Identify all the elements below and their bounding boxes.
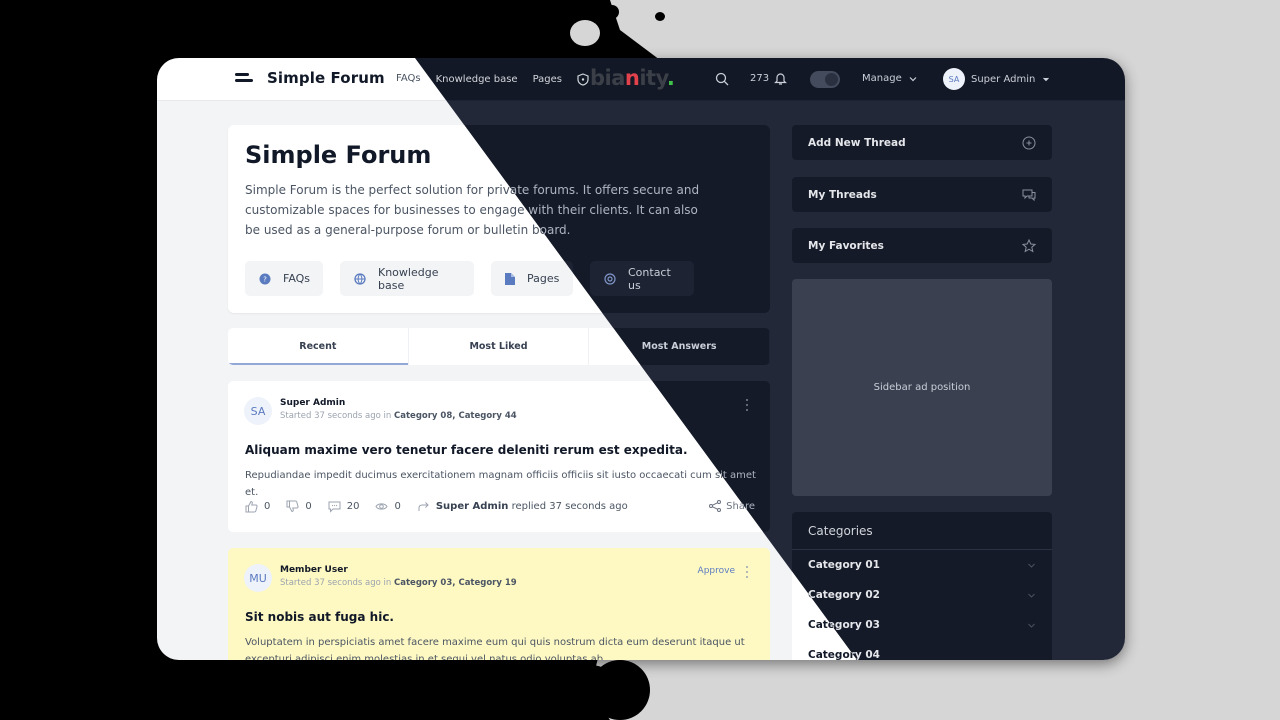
notification-count: 273 [750, 73, 770, 84]
user-avatar: SA [943, 68, 965, 90]
add-new-thread-button[interactable]: Add New Thread [792, 125, 1052, 160]
shield-icon[interactable] [577, 73, 589, 86]
knowledge-base-button[interactable]: Knowledge base [340, 261, 474, 296]
more-options-icon[interactable] [746, 399, 750, 411]
manage-label: Manage [862, 73, 902, 84]
categories-title: Categories [792, 512, 1052, 550]
moon-icon [825, 73, 838, 86]
eye-icon [375, 503, 389, 510]
thread-title[interactable]: Sit nobis aut fuga hic. [245, 610, 394, 624]
reply-arrow-icon [418, 502, 429, 511]
nav-faqs[interactable]: FAQs [396, 73, 421, 84]
more-options-icon[interactable] [746, 566, 750, 578]
thread-excerpt: Repudiandae impedit ducimus exercitation… [245, 470, 756, 498]
faqs-button[interactable]: ? FAQs [245, 261, 323, 296]
thumbs-down-icon [286, 500, 299, 513]
svg-text:?: ? [263, 275, 267, 283]
author-avatar: SA [244, 397, 272, 425]
app-window: Simple Forum FAQs Knowledge base Pages b… [157, 58, 1125, 660]
last-reply: Super Admin replied 37 seconds ago [417, 500, 628, 513]
search-icon[interactable] [715, 72, 729, 86]
last-reply-user[interactable]: Super Admin [436, 501, 509, 512]
plus-circle-icon [1022, 136, 1036, 149]
thread-card-pending[interactable]: MU Member User Started 37 seconds ago in… [228, 548, 770, 660]
bell-icon[interactable] [774, 71, 787, 86]
thread-categories[interactable]: Category 03, Category 19 [394, 578, 517, 588]
nav-knowledge-base[interactable]: Knowledge base [436, 74, 518, 85]
chevron-down-icon [1028, 563, 1035, 568]
splatter [570, 20, 600, 46]
chevron-down-icon [1028, 623, 1035, 628]
thread-meta: Started 37 seconds ago in Category 03, C… [280, 578, 517, 588]
thread-author[interactable]: Super Admin [280, 398, 345, 408]
user-menu[interactable]: SA Super Admin [943, 68, 1050, 90]
thumbs-up-icon [245, 500, 258, 513]
at-icon [604, 272, 616, 285]
author-avatar: MU [244, 564, 272, 592]
pages-button[interactable]: Pages [491, 261, 573, 296]
my-favorites-button[interactable]: My Favorites [792, 228, 1052, 263]
comment-icon [328, 501, 341, 513]
dark-mode-toggle[interactable] [810, 71, 840, 88]
splatter [655, 12, 665, 21]
share-icon [709, 500, 722, 512]
sidebar-ad: Sidebar ad position [792, 279, 1052, 496]
menu-icon[interactable] [235, 72, 253, 84]
thread-title[interactable]: Aliquam maxime vero tenetur facere delen… [245, 443, 688, 457]
chevron-down-icon [909, 76, 917, 81]
tab-recent[interactable]: Recent [228, 328, 409, 365]
like-button[interactable]: 0 [245, 500, 270, 513]
thread-stats: 0 0 20 0 Super Admin replied 37 seconds … [245, 500, 644, 513]
thread-excerpt: Voluptatem in perspiciatis amet facere m… [245, 637, 745, 660]
thread-categories[interactable]: Category 08, Category 44 [394, 411, 517, 421]
chat-bubbles-icon [1022, 189, 1036, 201]
hero-title: Simple Forum [245, 141, 432, 169]
chevron-down-icon [1043, 77, 1050, 82]
globe-icon [354, 272, 366, 285]
replies-count: 20 [328, 500, 359, 513]
splatter [605, 5, 619, 19]
brand[interactable]: Simple Forum [235, 69, 385, 87]
question-circle-icon: ? [259, 273, 271, 285]
bianity-logo: bianity. [590, 66, 675, 90]
manage-menu[interactable]: Manage [862, 73, 917, 84]
document-icon [505, 272, 515, 285]
nav-pages[interactable]: Pages [533, 74, 562, 85]
star-icon [1022, 238, 1036, 253]
contact-us-button[interactable]: Contact us [590, 261, 694, 296]
app-title: Simple Forum [267, 69, 385, 87]
user-name: Super Admin [971, 73, 1036, 85]
dislike-button[interactable]: 0 [286, 500, 312, 513]
thread-author[interactable]: Member User [280, 565, 348, 575]
tab-most-liked[interactable]: Most Liked [409, 328, 590, 365]
approve-button[interactable]: Approve [698, 566, 735, 576]
splatter [560, 665, 620, 720]
chevron-down-icon [1028, 593, 1035, 598]
category-item[interactable]: Category 02 [792, 580, 1052, 610]
my-threads-button[interactable]: My Threads [792, 177, 1052, 212]
thread-meta: Started 37 seconds ago in Category 08, C… [280, 411, 517, 421]
category-item[interactable]: Category 01 [792, 550, 1052, 580]
views-count: 0 [375, 500, 401, 513]
